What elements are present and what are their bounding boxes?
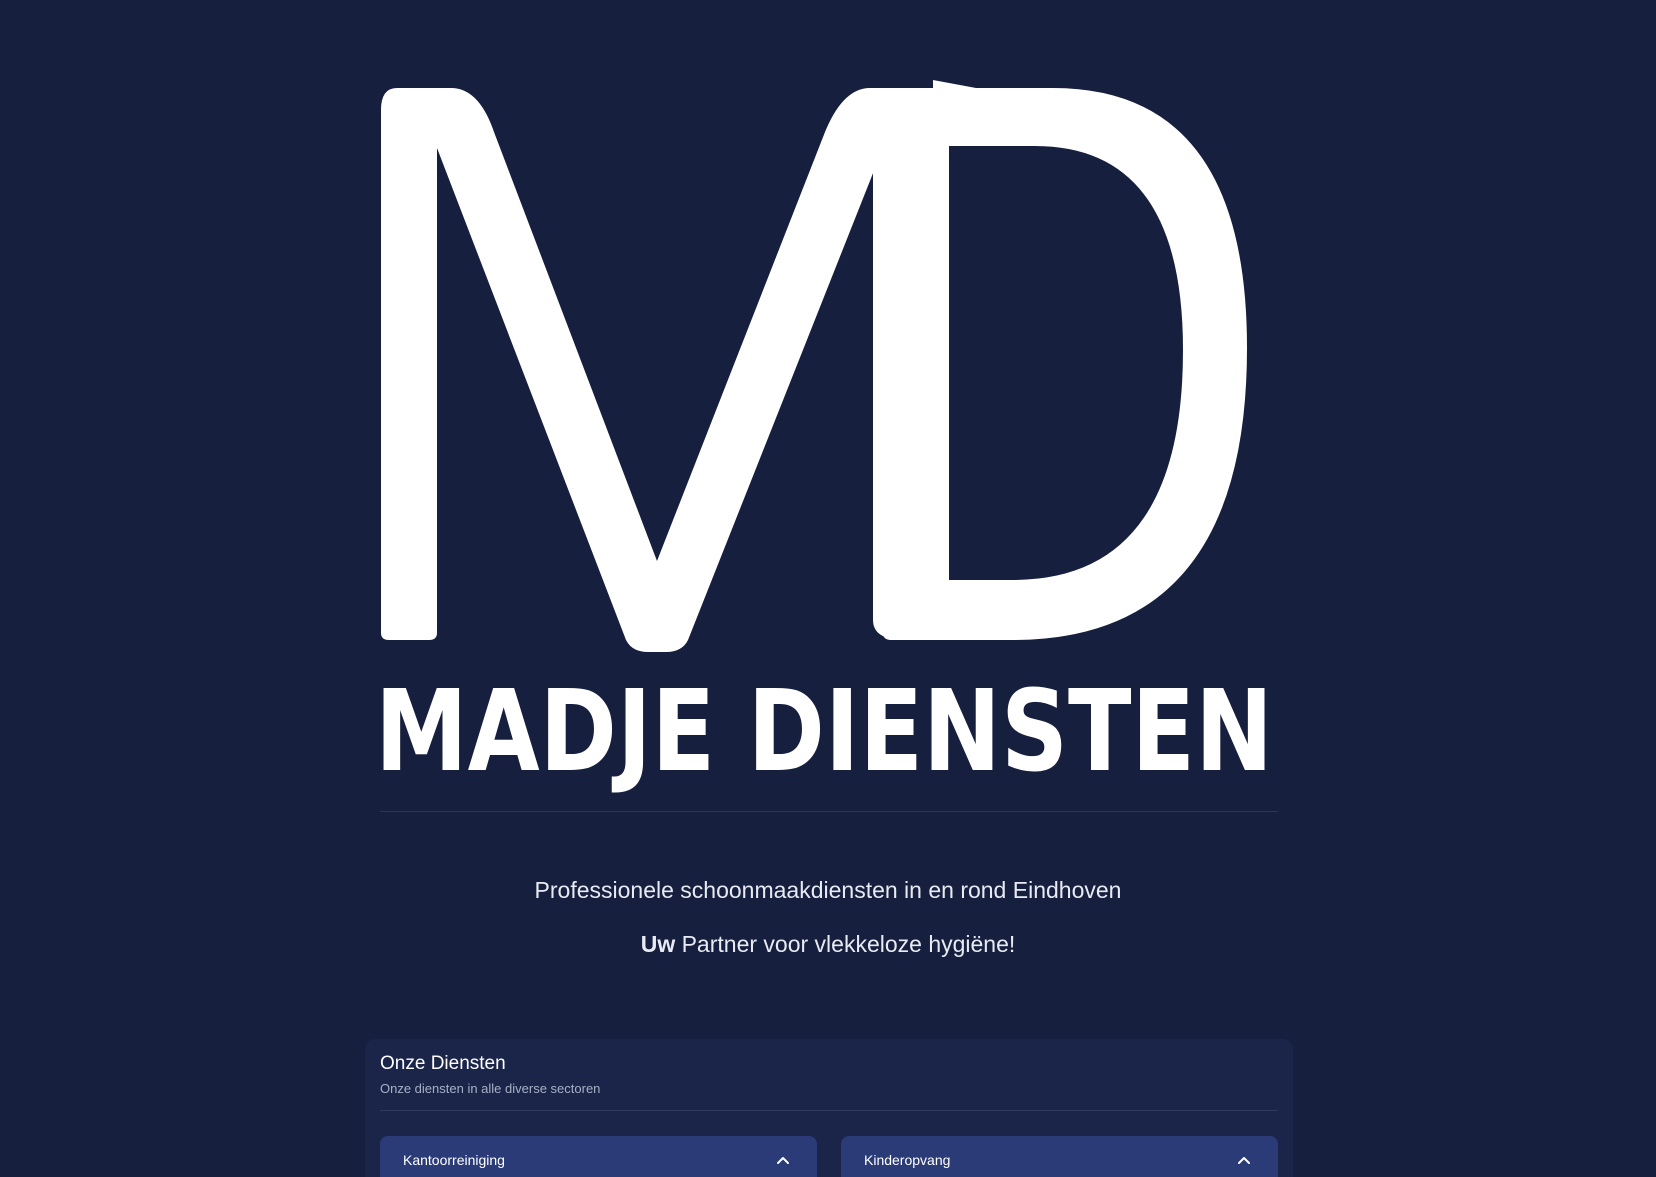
hero-subtagline: Uw Partner voor vlekkeloze hygiëne!: [0, 931, 1656, 958]
hero-subtagline-bold: Uw: [640, 931, 676, 957]
chevron-up-icon[interactable]: [1237, 1155, 1251, 1165]
brand-wordmark: MADJE DIENSTEN: [375, 667, 1273, 797]
accordion-label: Kinderopvang: [864, 1152, 951, 1168]
hero-tagline: Professionele schoonmaakdiensten in en r…: [534, 877, 1122, 903]
services-title: Onze Diensten: [380, 1053, 506, 1074]
hero-subtagline-text: Partner voor vlekkeloze hygiëne!: [675, 931, 1016, 957]
brand-logo: MADJE DIENSTEN: [373, 80, 1283, 800]
hero-divider: [380, 811, 1278, 812]
services-divider: [380, 1110, 1278, 1111]
accordion-kantoorreiniging[interactable]: Kantoorreiniging: [380, 1136, 817, 1177]
page: MADJE DIENSTEN Professionele schoonmaakd…: [0, 0, 1656, 1177]
accordion-kinderopvang[interactable]: Kinderopvang: [841, 1136, 1278, 1177]
services-subtitle: Onze diensten in alle diverse sectoren: [380, 1081, 601, 1096]
md-logo-graphic: MADJE DIENSTEN: [375, 80, 1273, 797]
chevron-up-icon[interactable]: [776, 1155, 790, 1165]
services-card: Onze Diensten Onze diensten in alle dive…: [365, 1039, 1293, 1177]
accordion-label: Kantoorreiniging: [403, 1152, 505, 1168]
